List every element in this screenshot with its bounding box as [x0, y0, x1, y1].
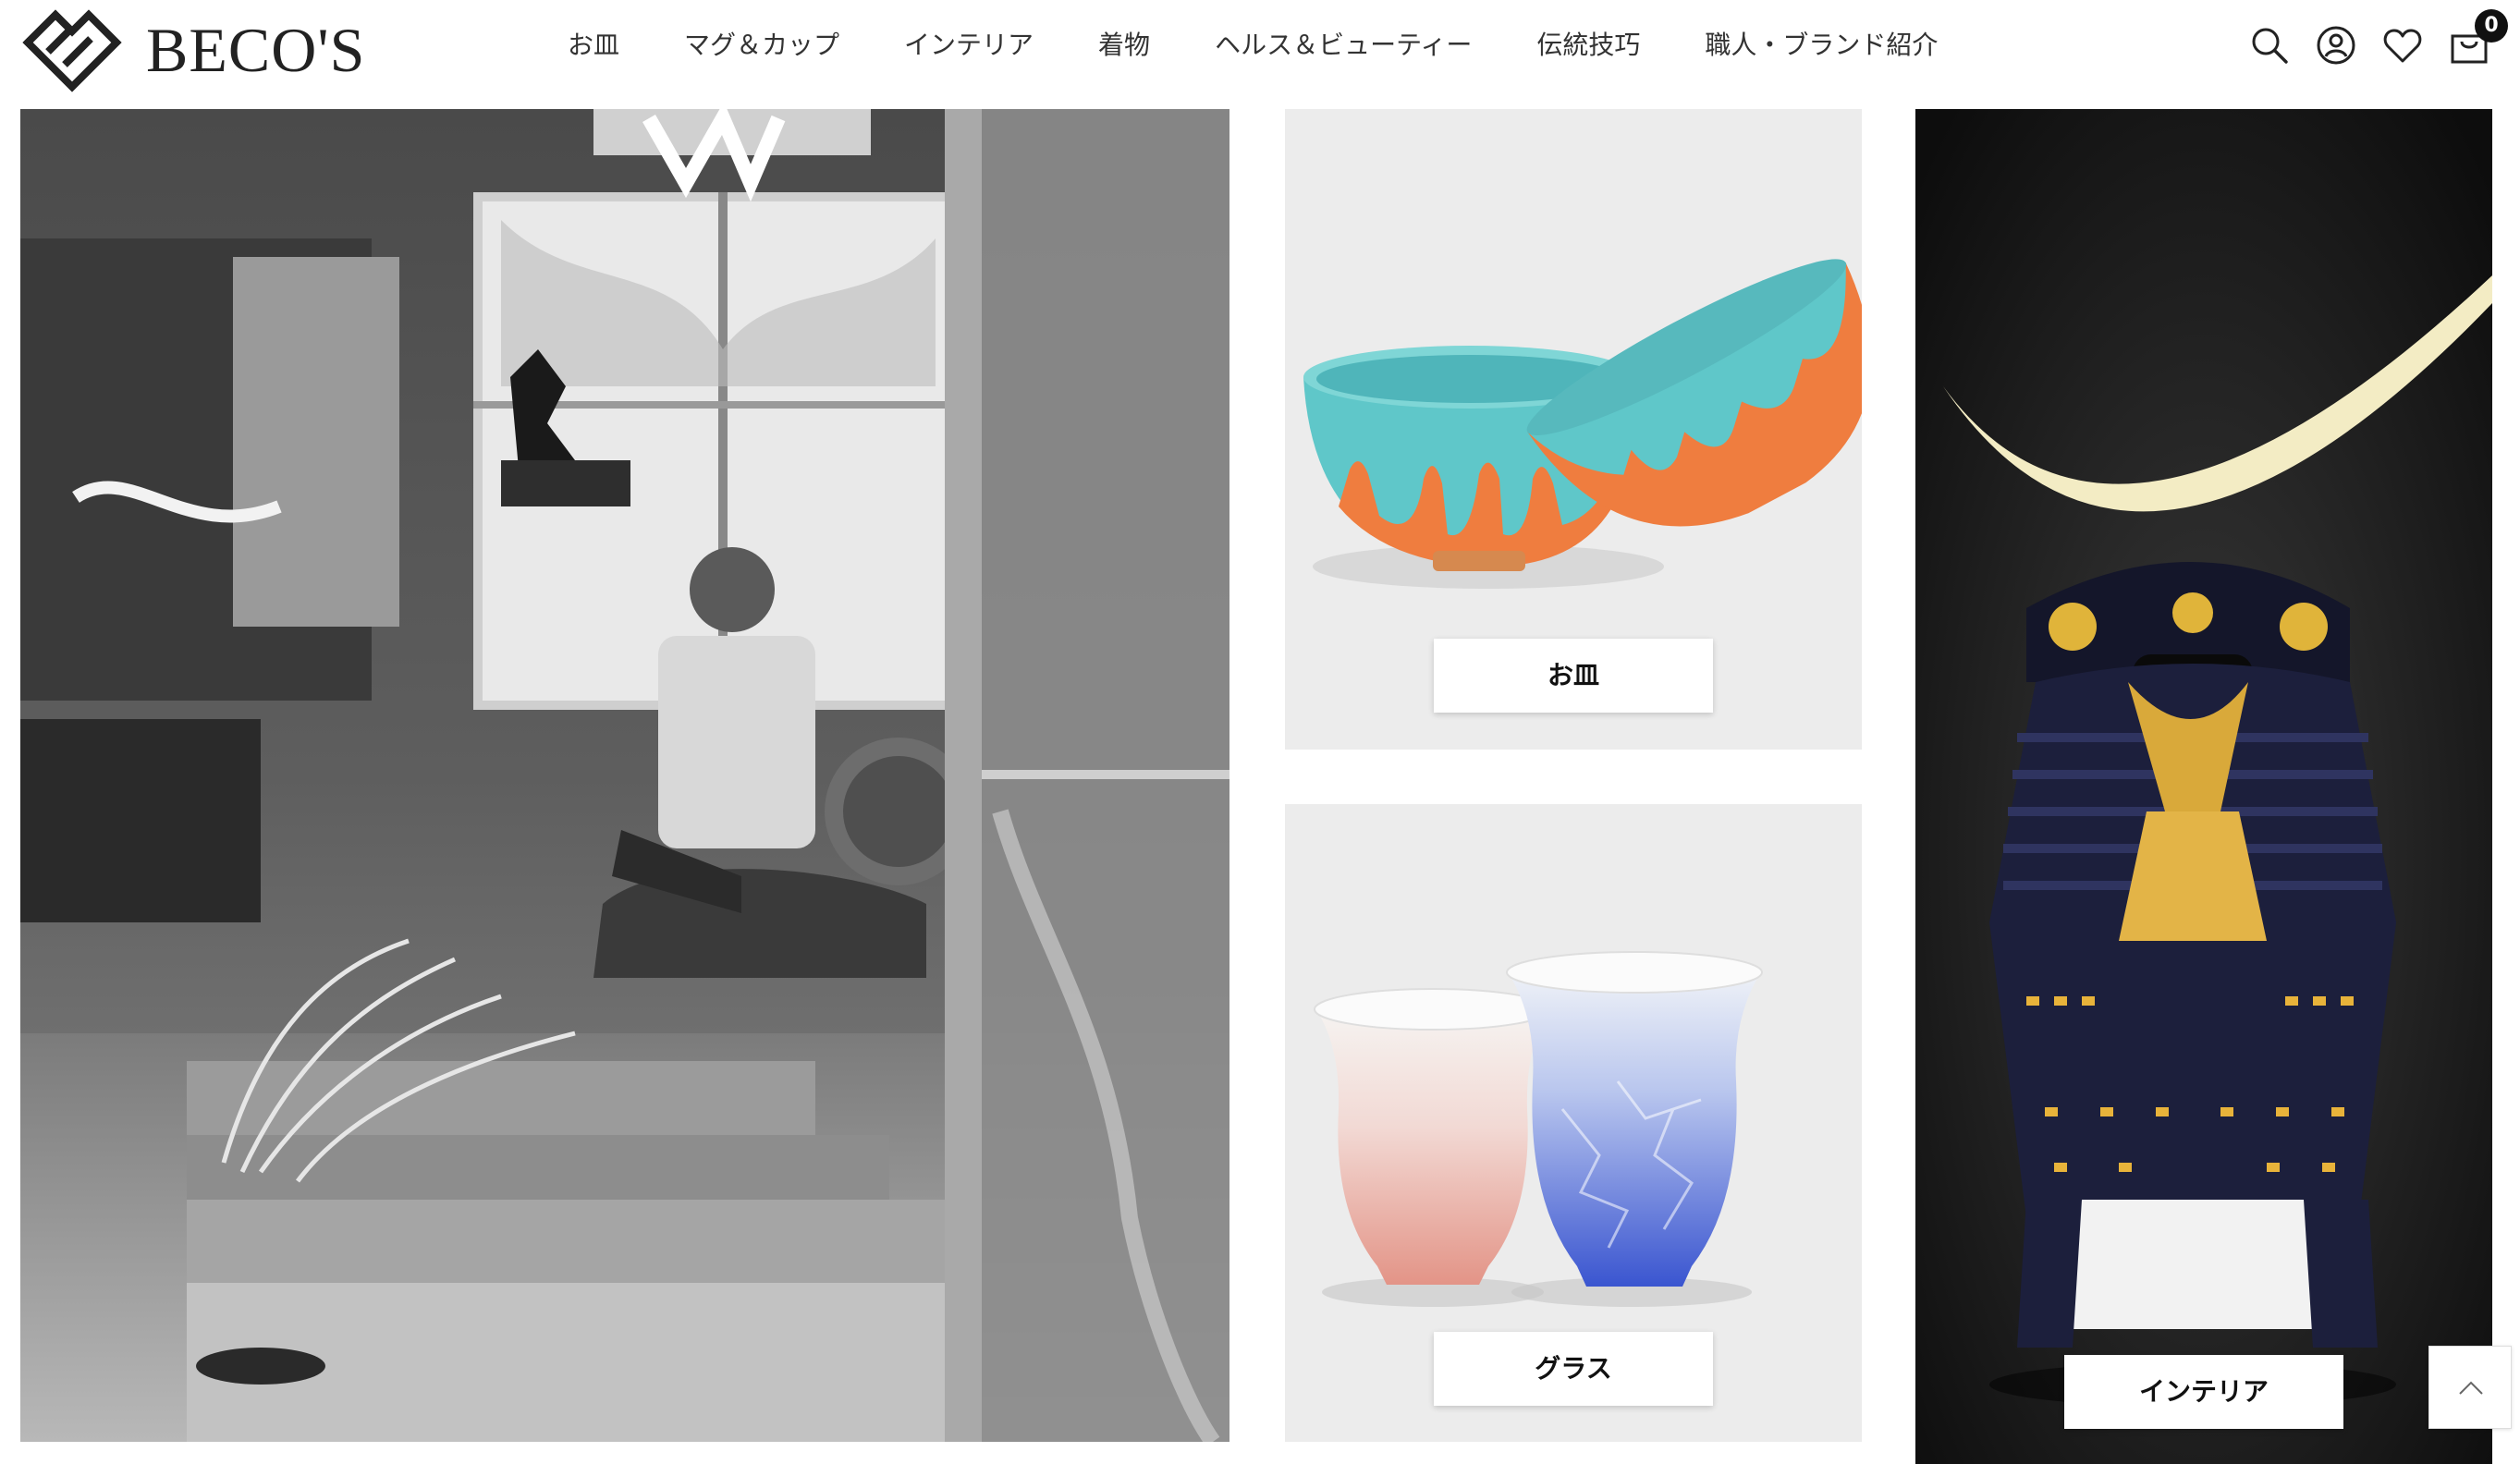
scroll-to-top-button[interactable] [2428, 1346, 2512, 1429]
diamond-chevron-logo-icon [22, 9, 122, 92]
nav-item-kimono[interactable]: 着物 [1098, 22, 1150, 68]
nav-item-mugs-cups[interactable]: マグ＆カップ [684, 22, 839, 68]
category-label-plates[interactable]: お皿 [1434, 639, 1713, 713]
interior-category-tile[interactable]: インテリア [1915, 109, 2492, 1464]
nav-item-health-beauty[interactable]: ヘルス＆ビューティー [1215, 22, 1472, 68]
user-icon[interactable] [2316, 25, 2356, 66]
nav-item-artisans-brands[interactable]: 職人・ブランド紹介 [1705, 22, 1938, 68]
brand-logo[interactable]: BECO'S [20, 7, 365, 92]
cart-count-badge: 0 [2475, 9, 2508, 43]
category-label-glass[interactable]: グラス [1434, 1332, 1713, 1406]
plates-category-tile[interactable]: お皿 [1285, 109, 1862, 750]
nav-item-plates[interactable]: お皿 [568, 22, 619, 68]
heart-icon[interactable] [2382, 25, 2423, 66]
chevron-up-icon [2459, 1381, 2483, 1395]
craftsman-workshop-photo[interactable] [20, 109, 1229, 1442]
category-label-interior[interactable]: インテリア [2064, 1355, 2343, 1429]
brand-name: BECO'S [146, 15, 366, 85]
nav-item-interior[interactable]: インテリア [904, 22, 1034, 68]
samurai-armor-photo [1915, 109, 2492, 1464]
search-icon[interactable] [2249, 25, 2290, 66]
workshop-scene [20, 109, 1229, 1442]
main-nav: お皿 マグ＆カップ インテリア 着物 ヘルス＆ビューティー 伝統技巧 職人・ブラ… [568, 22, 1938, 68]
site-header: BECO'S お皿 マグ＆カップ インテリア 着物 ヘルス＆ビューティー 伝統技… [0, 0, 2520, 92]
nav-item-traditional-craft[interactable]: 伝統技巧 [1536, 22, 1640, 68]
glass-category-tile[interactable]: グラス [1285, 804, 1862, 1442]
